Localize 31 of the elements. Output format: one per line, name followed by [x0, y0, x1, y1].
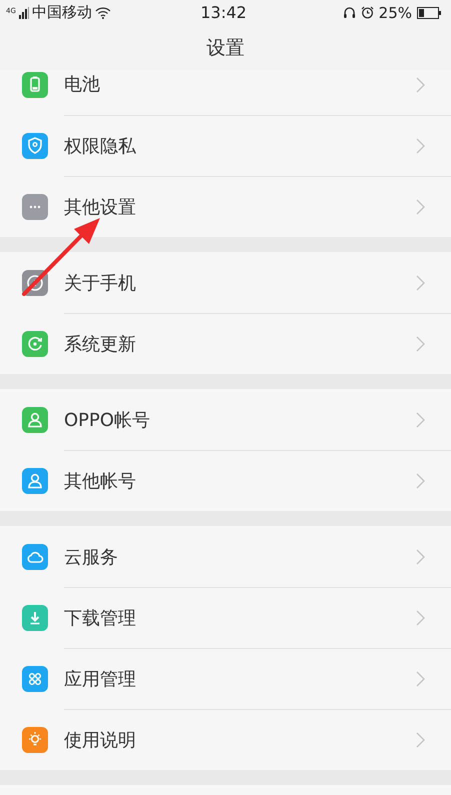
settings-item[interactable]: 下载管理	[0, 587, 451, 648]
chevron-icon	[416, 336, 425, 352]
settings-item[interactable]: 其他帐号	[0, 450, 451, 511]
battery-icon	[417, 6, 442, 18]
wifi-icon	[94, 6, 111, 18]
settings-item[interactable]: 使用说明	[0, 709, 451, 770]
chevron-icon	[416, 732, 425, 748]
battery-percent: 25%	[378, 4, 412, 22]
settings-item[interactable]: 关于手机	[0, 252, 451, 313]
settings-item[interactable]: 云服务	[0, 526, 451, 587]
page-title: 设置	[206, 36, 244, 60]
settings-item[interactable]: 权限隐私	[0, 115, 451, 176]
chevron-icon	[416, 670, 425, 686]
chevron-icon	[416, 138, 425, 154]
chevron-icon	[416, 412, 425, 428]
chevron-icon	[416, 274, 425, 290]
settings-item[interactable]: 系统更新	[0, 313, 451, 374]
settings-item[interactable]: 应用管理	[0, 648, 451, 709]
chevron-icon	[416, 198, 425, 214]
clock-time: 13:42	[200, 3, 247, 22]
settings-item[interactable]: 其他设置	[0, 176, 451, 237]
carrier-name: 中国移动	[32, 3, 92, 22]
settings-item[interactable]: 电池	[0, 70, 451, 115]
chevron-icon	[416, 548, 425, 564]
settings-item[interactable]: OPPO帐号	[0, 389, 451, 450]
headphones-icon	[342, 6, 356, 19]
chevron-icon	[416, 472, 425, 488]
chevron-icon	[416, 77, 425, 93]
alarm-icon	[360, 6, 374, 19]
chevron-icon	[416, 610, 425, 626]
signal-icon	[18, 6, 29, 18]
